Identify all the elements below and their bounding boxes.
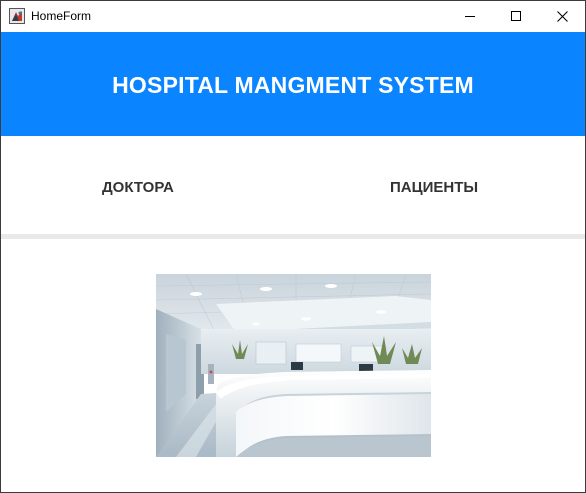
title-bar[interactable]: HomeForm (1, 1, 585, 31)
maximize-button[interactable] (493, 1, 539, 31)
close-button[interactable] (539, 1, 585, 31)
hospital-reception-illustration (156, 274, 431, 457)
main-nav: ДОКТОРА ПАЦИЕНТЫ (1, 136, 585, 234)
java-app-icon (9, 8, 25, 24)
patients-button[interactable]: ПАЦИЕНТЫ (390, 179, 478, 196)
window-title: HomeForm (31, 9, 92, 23)
header-banner: HOSPITAL MANGMENT SYSTEM (1, 32, 585, 136)
minimize-button[interactable] (447, 1, 493, 31)
hospital-reception-photo (156, 274, 431, 457)
minimize-icon (465, 16, 475, 17)
close-icon (556, 10, 568, 22)
doctors-button[interactable]: ДОКТОРА (102, 179, 174, 196)
home-form-window: HomeForm HOSPITAL MANGMENT SYSTEM ДОКТОР… (0, 0, 586, 493)
content-area (1, 239, 585, 492)
app-title: HOSPITAL MANGMENT SYSTEM (112, 71, 474, 98)
maximize-icon (511, 11, 521, 21)
